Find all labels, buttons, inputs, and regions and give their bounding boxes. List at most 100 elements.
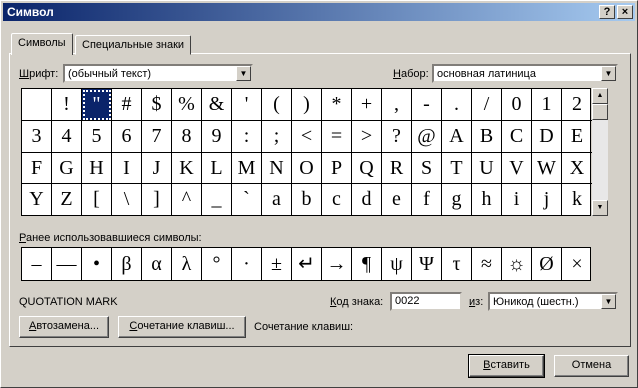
symbol-cell[interactable]: ` [232,184,262,216]
subset-dropdown-arrow-icon[interactable]: ▼ [601,66,616,81]
symbol-cell[interactable]: + [352,89,382,121]
symbol-cell[interactable] [22,89,52,121]
symbol-cell[interactable]: g [442,184,472,216]
symbol-cell[interactable]: H [82,152,112,185]
symbol-cell[interactable]: G [52,152,82,185]
recent-symbol-cell[interactable]: ☼ [502,248,532,280]
symbol-cell[interactable]: Q [352,152,382,185]
tab-special-characters[interactable]: Специальные знаки [75,35,192,55]
recent-symbol-cell[interactable]: ↵ [292,248,322,280]
symbol-cell[interactable]: R [382,152,412,185]
recent-symbol-cell[interactable]: Ø [532,248,562,280]
symbol-cell[interactable]: 8 [172,120,202,153]
symbol-cell[interactable]: 1 [532,89,562,121]
symbol-cell[interactable]: 2 [562,89,592,121]
symbol-cell[interactable]: " [82,89,112,121]
close-button[interactable]: × [617,5,633,19]
symbol-cell[interactable]: Y [22,184,52,216]
font-dropdown[interactable]: (обычный текст) ▼ [63,64,253,83]
symbol-cell[interactable]: d [352,184,382,216]
symbol-cell[interactable]: E [562,121,592,153]
symbol-cell[interactable]: f [412,184,442,216]
autocorrect-button[interactable]: Автозамена... [19,316,109,338]
symbol-cell[interactable]: ^ [172,184,202,216]
recent-symbol-cell[interactable]: τ [442,248,472,280]
symbol-cell[interactable]: / [472,89,502,121]
symbol-cell[interactable]: O [292,152,322,185]
symbol-cell[interactable]: % [172,89,202,121]
symbol-cell[interactable]: , [382,89,412,121]
tab-symbols[interactable]: Символы [11,33,73,55]
symbol-cell[interactable]: < [292,120,322,153]
symbol-cell[interactable]: J [142,152,172,185]
symbol-grid-scrollbar[interactable]: ▲ ▼ [592,88,608,216]
recent-symbol-cell[interactable]: Ψ [412,248,442,280]
symbol-cell[interactable]: 7 [142,120,172,153]
symbol-cell[interactable]: @ [412,120,442,153]
symbol-cell[interactable]: M [232,152,262,185]
encoding-dropdown[interactable]: Юникод (шестн.) ▼ [488,292,618,311]
scroll-down-arrow-icon[interactable]: ▼ [592,200,608,216]
char-code-input[interactable]: 0022 [390,292,462,311]
symbol-cell[interactable]: T [442,152,472,185]
symbol-cell[interactable]: _ [202,184,232,216]
symbol-cell[interactable]: 6 [112,120,142,153]
recent-symbol-cell[interactable]: ± [262,248,292,280]
symbol-cell[interactable]: = [322,120,352,153]
symbol-cell[interactable]: N [262,152,292,185]
symbol-cell[interactable]: P [322,152,352,185]
scroll-thumb[interactable] [592,104,608,120]
symbol-cell[interactable]: K [172,152,202,185]
symbol-cell[interactable]: Z [52,184,82,216]
symbol-cell[interactable]: U [472,152,502,185]
symbol-cell[interactable]: B [472,120,502,153]
recent-symbol-cell[interactable]: – [22,248,52,280]
symbol-cell[interactable]: ? [382,120,412,153]
symbol-cell[interactable]: V [502,152,532,185]
symbol-cell[interactable]: 5 [82,120,112,153]
symbol-cell[interactable]: X [562,153,592,185]
symbol-cell[interactable]: ) [292,89,322,121]
symbol-cell[interactable]: 0 [502,89,532,121]
insert-button[interactable]: Вставить [468,354,545,378]
recent-symbol-cell[interactable]: β [112,248,142,280]
symbol-cell[interactable]: I [112,152,142,185]
symbol-cell[interactable]: L [202,152,232,185]
symbol-cell[interactable]: 3 [22,120,52,153]
font-dropdown-arrow-icon[interactable]: ▼ [236,66,251,81]
symbol-cell[interactable]: $ [142,89,172,121]
symbol-cell[interactable]: > [352,120,382,153]
help-button[interactable]: ? [599,5,615,19]
recent-symbol-cell[interactable]: ¶ [352,248,382,280]
recent-symbol-cell[interactable]: · [232,248,262,280]
symbol-cell[interactable]: h [472,184,502,216]
recent-symbol-cell[interactable]: ψ [382,248,412,280]
recent-symbol-cell[interactable]: ° [202,248,232,280]
cancel-button[interactable]: Отмена [554,355,629,377]
symbol-cell[interactable]: j [532,184,562,216]
recent-symbol-cell[interactable]: λ [172,248,202,280]
recent-symbol-cell[interactable]: × [562,248,592,280]
symbol-cell[interactable]: . [442,89,472,121]
symbol-grid[interactable]: ! " # $% & '() * +, -./0 1 2 3 4 5 6 7 8 9:; < = >? @ A B C D E F G H… [21,88,592,216]
symbol-cell[interactable]: k [562,184,592,216]
recent-symbol-cell[interactable]: → [322,248,352,280]
symbol-cell[interactable]: [ [82,184,112,216]
symbol-cell[interactable]: ! [52,89,82,121]
symbol-cell[interactable]: * [322,89,352,121]
symbol-cell[interactable]: ] [142,184,172,216]
symbol-cell[interactable]: a [262,184,292,216]
shortcut-key-button[interactable]: Сочетание клавиш... [118,316,246,338]
symbol-cell[interactable]: i [502,184,532,216]
encoding-dropdown-arrow-icon[interactable]: ▼ [601,294,616,309]
symbol-cell[interactable]: 9 [202,120,232,153]
symbol-cell[interactable]: : [232,120,262,153]
symbol-cell[interactable]: ; [262,120,292,153]
symbol-cell[interactable]: ( [262,89,292,121]
symbol-cell[interactable]: 4 [52,120,82,153]
recent-symbol-cell[interactable]: • [82,248,112,280]
symbol-cell[interactable]: ' [232,89,262,121]
title-bar[interactable]: Символ ? × [3,3,635,21]
symbol-cell[interactable]: A [442,120,472,153]
recent-symbol-cell[interactable]: α [142,248,172,280]
